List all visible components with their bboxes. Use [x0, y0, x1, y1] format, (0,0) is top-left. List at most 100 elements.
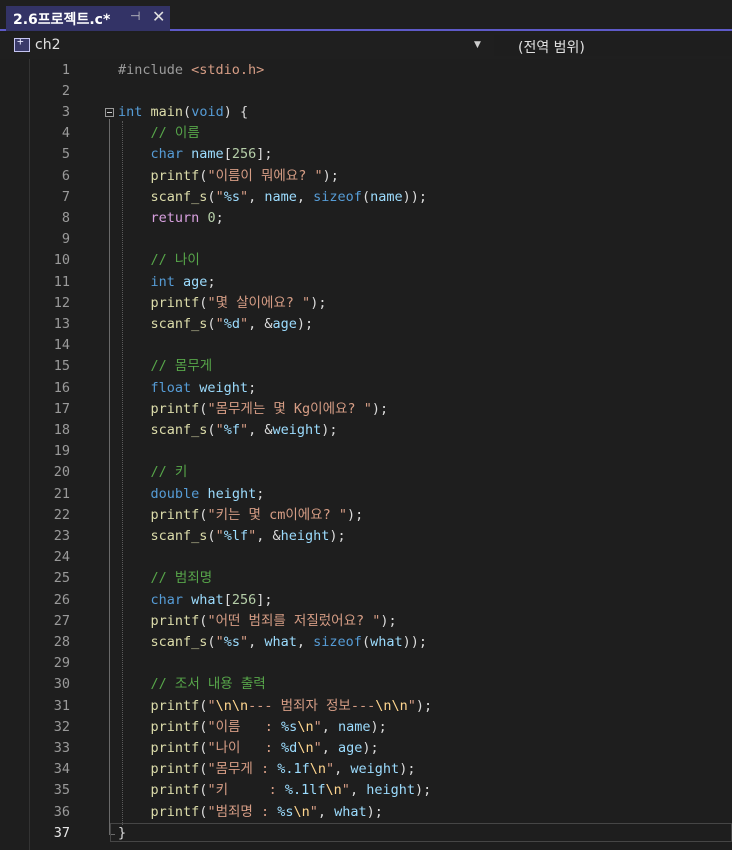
- code-line[interactable]: 22 printf("키는 몇 cm이에요? ");: [0, 505, 732, 526]
- code-line[interactable]: 32 printf("이름 : %s\n", name);: [0, 717, 732, 738]
- code-line[interactable]: 18 scanf_s("%f", &weight);: [0, 420, 732, 441]
- code-token: #include: [118, 61, 192, 78]
- code-token: "몇 살이에요? ": [207, 294, 311, 311]
- code-token: name: [370, 188, 403, 205]
- fold-toggle-icon[interactable]: [105, 107, 114, 117]
- project-dropdown-label: ch2: [35, 37, 61, 53]
- code-token: ));: [402, 633, 427, 650]
- code-text: printf("이름 : %s\n", name);: [118, 717, 387, 738]
- code-line[interactable]: 12 printf("몇 살이에요? ");: [0, 293, 732, 314]
- code-line[interactable]: 1 #include <stdio.h>: [0, 60, 732, 81]
- code-line[interactable]: 21 double height;: [0, 484, 732, 505]
- code-line[interactable]: 19: [0, 441, 732, 462]
- code-token: \n: [325, 782, 342, 799]
- line-number: 14: [53, 337, 70, 354]
- code-token: );: [346, 506, 364, 523]
- code-line[interactable]: 33 printf("나이 : %d\n", age);: [0, 738, 732, 759]
- code-text: // 키: [118, 462, 188, 483]
- code-line[interactable]: 37}: [0, 822, 732, 844]
- code-text: // 조서 내용 출력: [118, 674, 266, 695]
- chevron-down-icon[interactable]: ▼: [474, 40, 481, 50]
- code-token: [: [223, 591, 232, 608]
- code-line[interactable]: 14: [0, 335, 732, 356]
- code-line[interactable]: 24: [0, 547, 732, 568]
- code-token: printf: [150, 739, 200, 756]
- code-token: printf: [150, 612, 200, 629]
- code-token: printf: [150, 697, 200, 714]
- code-line[interactable]: 11 int age;: [0, 272, 732, 293]
- code-token: ,: [321, 739, 338, 756]
- code-line[interactable]: 13 scanf_s("%d", &age);: [0, 314, 732, 335]
- code-text: // 몸무게: [118, 356, 213, 377]
- code-token: (: [207, 315, 216, 332]
- code-line[interactable]: 29: [0, 653, 732, 674]
- code-token: ));: [402, 188, 427, 205]
- line-number: 18: [53, 421, 70, 438]
- code-line[interactable]: 27 printf("어떤 범죄를 저질렀어요? ");: [0, 611, 732, 632]
- code-line[interactable]: 8 return 0;: [0, 208, 732, 229]
- code-token: \n\n: [375, 697, 408, 714]
- code-line[interactable]: 36 printf("범죄명 : %s\n", what);: [0, 802, 732, 823]
- code-line[interactable]: 6 printf("이름이 뭐에요? ");: [0, 166, 732, 187]
- code-text: printf("몇 살이에요? ");: [118, 293, 327, 314]
- line-number: 24: [53, 549, 70, 566]
- code-line[interactable]: 31 printf("\n\n--- 범죄자 정보---\n\n");: [0, 696, 732, 717]
- code-token: (: [361, 633, 371, 650]
- code-token: what: [264, 633, 297, 650]
- scope-dropdown[interactable]: (전역 범위): [494, 35, 732, 56]
- code-token: printf: [150, 761, 200, 778]
- code-line[interactable]: 28 scanf_s("%s", what, sizeof(what));: [0, 632, 732, 653]
- code-token: \n: [297, 718, 314, 735]
- code-line[interactable]: 2: [0, 81, 732, 102]
- code-line[interactable]: 35 printf("키 : %.1lf\n", height);: [0, 780, 732, 801]
- code-line[interactable]: 30 // 조서 내용 출력: [0, 674, 732, 695]
- code-token: %f: [223, 421, 240, 438]
- code-line[interactable]: 9: [0, 229, 732, 250]
- code-token: , &: [256, 527, 281, 544]
- code-line[interactable]: 4 // 이름: [0, 123, 732, 144]
- code-token: printf: [150, 506, 200, 523]
- code-token: // 범죄명: [150, 570, 213, 587]
- code-editor[interactable]: 1 #include <stdio.h> 2 3 int main(void) {4 /…: [0, 59, 732, 850]
- code-token: printf: [150, 167, 200, 184]
- code-token: what: [370, 633, 403, 650]
- navigation-bar: ch2 ▼ (전역 범위): [0, 33, 732, 60]
- code-token: ": [248, 527, 257, 544]
- code-line[interactable]: 17 printf("몸무게는 몇 Kg이에요? ");: [0, 399, 732, 420]
- code-line[interactable]: 15 // 몸무게: [0, 356, 732, 377]
- code-token: %s: [223, 188, 240, 205]
- code-token: );: [366, 803, 383, 820]
- code-text: float weight;: [118, 378, 257, 399]
- code-line[interactable]: 23 scanf_s("%lf", &height);: [0, 526, 732, 547]
- project-dropdown[interactable]: ch2 ▼: [10, 35, 488, 56]
- code-text: printf("몸무게는 몇 Kg이에요? ");: [118, 399, 389, 420]
- code-token: %.1f: [277, 761, 310, 778]
- code-token: sizeof: [313, 188, 362, 205]
- code-line[interactable]: 20 // 키: [0, 462, 732, 483]
- pin-icon[interactable]: ⊣: [130, 9, 140, 23]
- code-line[interactable]: 16 float weight;: [0, 378, 732, 399]
- code-line[interactable]: 5 char name[256];: [0, 144, 732, 165]
- code-token: // 조서 내용 출력: [150, 676, 266, 693]
- code-text: printf("키는 몇 cm이에요? ");: [118, 505, 364, 526]
- document-tab[interactable]: 2.6프로젝트.c* ⊣ ✕: [6, 6, 170, 31]
- code-line[interactable]: 25 // 범죄명: [0, 568, 732, 589]
- code-line[interactable]: 7 scanf_s("%s", name, sizeof(name));: [0, 187, 732, 208]
- code-line[interactable]: 10 // 나이: [0, 250, 732, 271]
- code-token: "나이 :: [207, 739, 282, 756]
- code-token: ": [313, 739, 322, 756]
- code-token: ": [207, 697, 216, 714]
- code-line[interactable]: 34 printf("몸무게 : %.1f\n", weight);: [0, 759, 732, 780]
- code-token: what: [334, 803, 367, 820]
- code-line[interactable]: 26 char what[256];: [0, 590, 732, 611]
- code-token: char: [150, 591, 184, 608]
- code-token: );: [329, 527, 346, 544]
- close-icon[interactable]: ✕: [152, 7, 165, 26]
- code-token: );: [296, 315, 314, 332]
